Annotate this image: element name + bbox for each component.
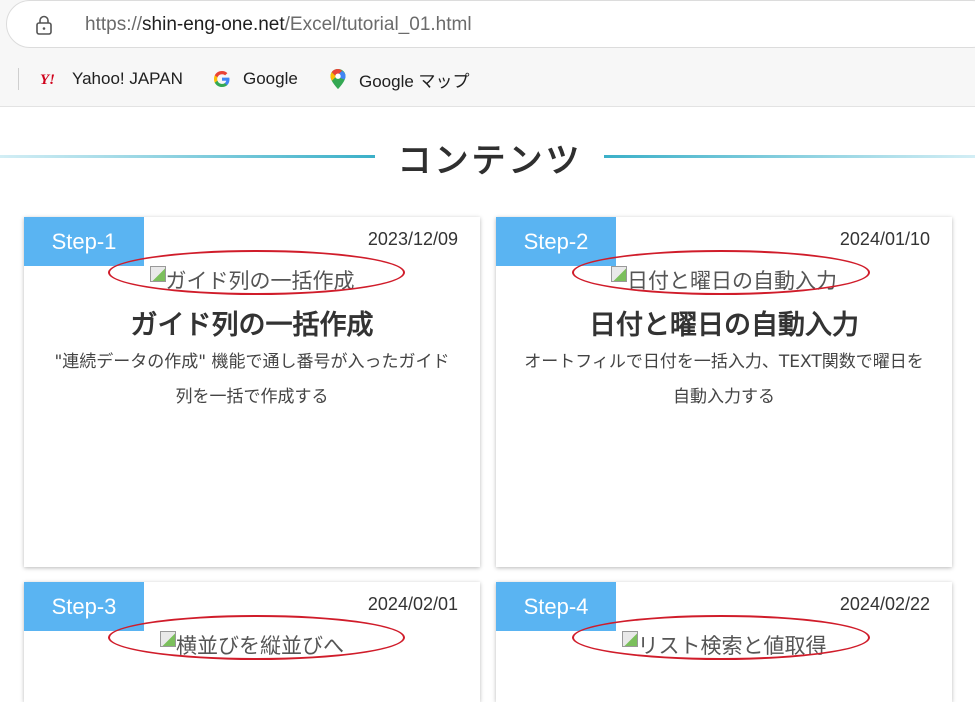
step-badge: Step-2 <box>496 217 616 266</box>
google-icon <box>211 68 233 90</box>
section-title: コンテンツ <box>397 141 583 181</box>
card-image-placeholder[interactable]: 横並びを縦並びへ <box>24 630 480 660</box>
url-text[interactable]: https://shin-eng-one.net/Excel/tutorial_… <box>85 13 472 37</box>
broken-image-icon <box>149 266 166 282</box>
content-card-step-4[interactable]: Step-4 2024/02/22 リスト検索と値取得 <box>496 582 952 702</box>
card-image-placeholder[interactable]: 日付と曜日の自動入力 <box>496 265 952 295</box>
image-alt-text: 日付と曜日の自動入力 <box>627 269 837 293</box>
card-title[interactable]: ガイド列の一括作成 <box>24 303 480 342</box>
content-card-step-1[interactable]: Step-1 2023/12/09 ガイド列の一括作成 ガイド列の一括作成 "連… <box>24 217 480 567</box>
content-card-step-2[interactable]: Step-2 2024/01/10 日付と曜日の自動入力 日付と曜日の自動入力 … <box>496 217 952 567</box>
image-alt-text: リスト検索と値取得 <box>637 634 827 658</box>
card-title[interactable]: 日付と曜日の自動入力 <box>496 303 952 342</box>
heading-line-left <box>0 155 375 158</box>
bookmark-google-maps[interactable]: Google マップ <box>327 66 470 92</box>
bookmark-yahoo-japan[interactable]: Y! Yahoo! JAPAN <box>40 66 183 92</box>
section-heading: コンテンツ <box>0 128 975 184</box>
card-description: オートフィルで日付を一括入力、TEXT関数で曜日を自動入力する <box>524 352 924 407</box>
bookmark-label: Google マップ <box>359 71 470 91</box>
bookmarks-divider <box>18 68 19 90</box>
browser-chrome: https://shin-eng-one.net/Excel/tutorial_… <box>0 0 975 107</box>
card-image-placeholder[interactable]: ガイド列の一括作成 <box>24 265 480 295</box>
image-alt-text: ガイド列の一括作成 <box>165 269 355 293</box>
broken-image-icon <box>611 266 627 282</box>
url-host: shin-eng-one.net <box>142 14 285 35</box>
bookmarks-bar: Y! Yahoo! JAPAN Google Google マップ <box>0 58 975 98</box>
svg-text:Y!: Y! <box>40 72 55 87</box>
bookmark-label: Google <box>243 69 298 88</box>
card-image-placeholder[interactable]: リスト検索と値取得 <box>496 630 952 660</box>
card-date: 2023/12/09 <box>367 229 458 249</box>
lock-icon[interactable] <box>35 15 53 35</box>
google-maps-icon <box>327 68 349 90</box>
card-date: 2024/02/22 <box>839 594 930 614</box>
card-date: 2024/02/01 <box>367 594 458 614</box>
url-prefix: https:// <box>85 14 143 35</box>
card-description: "連続データの作成" 機能で通し番号が入ったガイド列を一括で作成する <box>54 352 450 407</box>
yahoo-icon: Y! <box>40 68 62 90</box>
url-path: /Excel/tutorial_01.html <box>284 14 472 35</box>
address-bar[interactable]: https://shin-eng-one.net/Excel/tutorial_… <box>6 0 975 48</box>
bookmark-label: Yahoo! JAPAN <box>72 69 183 88</box>
broken-image-icon <box>621 631 638 647</box>
bookmark-google[interactable]: Google <box>211 66 298 92</box>
step-badge: Step-4 <box>496 582 616 631</box>
image-alt-text: 横並びを縦並びへ <box>176 634 344 658</box>
heading-line-right <box>604 155 975 158</box>
step-badge: Step-3 <box>24 582 144 631</box>
broken-image-icon <box>160 631 176 647</box>
step-badge: Step-1 <box>24 217 144 266</box>
card-date: 2024/01/10 <box>839 229 930 249</box>
content-card-step-3[interactable]: Step-3 2024/02/01 横並びを縦並びへ <box>24 582 480 702</box>
